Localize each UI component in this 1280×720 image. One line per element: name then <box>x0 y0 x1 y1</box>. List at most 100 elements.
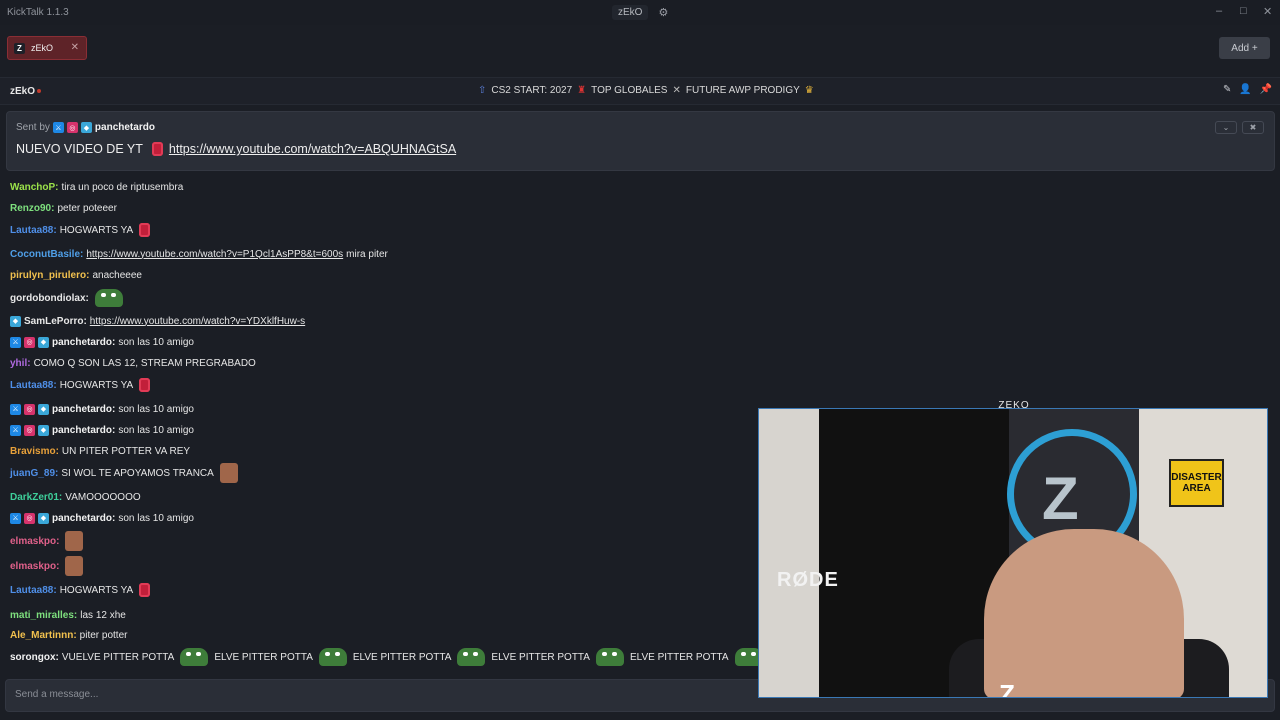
chat-username[interactable]: WanchoP: <box>10 182 59 193</box>
chat-username[interactable]: Lautaa88: <box>10 225 57 236</box>
chat-message: pirulyn_pirulero: anacheeee <box>10 266 142 284</box>
chat-message: ⚔ ◎ ◆ panchetardo: son las 10 amigo <box>10 333 194 351</box>
user-icon[interactable]: 👤 <box>1239 84 1251 95</box>
chat-message: Bravismo: UN PITER POTTER VA REY <box>10 442 190 460</box>
chat-message: ◆ SamLePorro: https://www.youtube.com/wa… <box>10 312 305 330</box>
pinned-username[interactable]: panchetardo <box>95 122 155 133</box>
center-tab-label[interactable]: zEkO <box>612 5 649 20</box>
subscriber-badge-icon: ◆ <box>38 424 49 436</box>
chat-username[interactable]: panchetardo: <box>52 513 115 524</box>
chat-username[interactable]: mati_miralles: <box>10 610 77 621</box>
live-dot-icon <box>37 89 41 93</box>
instagram-badge-icon: ◎ <box>24 336 35 348</box>
chat-username[interactable]: elmaskpo: <box>10 536 59 547</box>
webcam-video: Z RØDE DISASTER AREA Z <box>758 408 1268 698</box>
red-trophy-icon: ♜ <box>577 85 587 96</box>
chat-link[interactable]: https://www.youtube.com/watch?v=P1Qcl1As… <box>86 249 343 260</box>
upload-arrow-icon: ⇧ <box>478 85 487 96</box>
chat-text: piter potter <box>79 629 128 641</box>
chat-username[interactable]: elmaskpo: <box>10 561 59 572</box>
chat-username[interactable]: juanG_89: <box>10 468 58 479</box>
chat-text: HOGWARTS YA <box>59 584 134 596</box>
chat-username[interactable]: SamLePorro: <box>24 316 87 327</box>
pin-icon[interactable]: 📌 <box>1260 84 1272 95</box>
pinned-link[interactable]: https://www.youtube.com/watch?v=ABQUHNAG… <box>169 142 456 156</box>
chat-username[interactable]: panchetardo: <box>52 337 115 348</box>
channel-actions: ✎ 👤 📌 <box>1223 84 1272 95</box>
streamer-head <box>984 529 1184 697</box>
pinned-sender: Sent by ⚔ ◎ ◆ panchetardo <box>16 122 155 133</box>
chat-username[interactable]: pirulyn_pirulero: <box>10 270 89 281</box>
subscriber-badge-icon: ◆ <box>38 336 49 348</box>
chat-text: tira un poco de riptusembra <box>61 181 184 193</box>
chat-message: ⚔ ◎ ◆ panchetardo: son las 10 amigo <box>10 421 194 439</box>
chat-username[interactable]: DarkZer01: <box>10 492 62 503</box>
channel-avatar: Z <box>14 42 25 54</box>
chat-message: CoconutBasile: https://www.youtube.com/w… <box>10 245 388 263</box>
app-title: KickTalk 1.1.3 <box>7 7 69 18</box>
expand-pin-button[interactable]: ⌄ <box>1215 121 1237 134</box>
chat-message: WanchoP: tira un poco de riptusembra <box>10 178 183 196</box>
title-bar: KickTalk 1.1.3 zEkO ⚙ – □ ✕ <box>0 0 1280 25</box>
maximize-icon[interactable]: □ <box>1240 5 1247 17</box>
chat-username[interactable]: gordobondiolax: <box>10 293 89 304</box>
disaster-area-sign: DISASTER AREA <box>1169 459 1224 507</box>
chat-message: Lautaa88: HOGWARTS YA <box>10 221 151 239</box>
minimize-icon[interactable]: – <box>1216 5 1222 17</box>
chat-message: elmaskpo: <box>10 556 84 576</box>
chat-message: Lautaa88: HOGWARTS YA <box>10 376 151 394</box>
chat-message: mati_miralles: las 12 xhe <box>10 606 126 624</box>
chat-text: ELVE PITTER POTTA <box>629 651 729 663</box>
close-window-icon[interactable]: ✕ <box>1263 5 1272 18</box>
chat-username[interactable]: Lautaa88: <box>10 585 57 596</box>
chat-username[interactable]: panchetardo: <box>52 404 115 415</box>
chat-username[interactable]: Bravismo: <box>10 446 59 457</box>
pepe-emote-icon <box>180 648 209 666</box>
face-emote-icon <box>65 531 84 551</box>
chat-username[interactable]: panchetardo: <box>52 425 115 436</box>
chat-text: mira piter <box>346 248 388 260</box>
pencil-icon[interactable]: ✎ <box>1223 84 1231 95</box>
chat-link[interactable]: https://www.youtube.com/watch?v=YDXklfHu… <box>90 316 305 327</box>
chat-username[interactable]: sorongox: <box>10 652 59 663</box>
chat-text: HOGWARTS YA <box>59 224 134 236</box>
gear-icon[interactable]: ⚙ <box>658 6 668 19</box>
chat-text: ELVE PITTER POTTA <box>491 651 590 663</box>
chat-text: son las 10 amigo <box>118 336 194 348</box>
face-emote-icon <box>219 463 238 483</box>
bottom-z-logo-icon: Z <box>999 679 1015 698</box>
close-tab-icon[interactable]: ✕ <box>71 42 79 53</box>
pepe-emote-icon <box>94 289 123 307</box>
stream-title-part2: TOP GLOBALES <box>591 85 668 96</box>
add-button[interactable]: Add + <box>1219 37 1270 59</box>
stream-title: ⇧ CS2 START: 2027 ♜ TOP GLOBALES ✕ FUTUR… <box>478 85 814 96</box>
channel-name: zEkO <box>10 86 36 97</box>
chat-message: ⚔ ◎ ◆ panchetardo: son las 10 amigo <box>10 509 194 527</box>
chat-username[interactable]: Ale_Martinnn: <box>10 630 77 641</box>
chat-username[interactable]: Renzo90: <box>10 203 54 214</box>
chat-message: gordobondiolax: <box>10 289 126 307</box>
chat-tab-bar: Z zEkO ✕ Add + <box>0 25 1280 73</box>
chat-tab-zeko[interactable]: Z zEkO ✕ <box>7 36 87 60</box>
chat-username[interactable]: yhil: <box>10 358 31 369</box>
chat-username[interactable]: Lautaa88: <box>10 380 57 391</box>
instagram-badge-icon: ◎ <box>66 122 78 133</box>
chat-text: UN PITER POTTER VA REY <box>61 445 191 457</box>
chat-message: elmaskpo: <box>10 531 84 551</box>
chat-username[interactable]: CoconutBasile: <box>10 249 83 260</box>
chat-message: sorongox: VUELVE PITTER POTTA ELVE PITTE… <box>10 648 766 666</box>
chat-text: VUELVE PITTER POTTA <box>61 651 175 663</box>
chat-messages: WanchoP: tira un poco de riptusembra Ren… <box>0 178 763 672</box>
chat-message: juanG_89: SI WOL TE APOYAMOS TRANCA <box>10 463 238 483</box>
stream-title-part3: FUTURE AWP PRODIGY <box>685 85 800 96</box>
ruby-emote-icon <box>139 583 151 597</box>
moderator-badge-icon: ⚔ <box>10 424 21 436</box>
chat-text: peter poteeer <box>57 202 117 214</box>
unpin-button[interactable]: ✖ <box>1242 121 1264 134</box>
chat-message: yhil: COMO Q SON LAS 12, STREAM PREGRABA… <box>10 354 256 372</box>
message-input[interactable] <box>15 689 715 700</box>
pinned-text: NUEVO VIDEO DE YT https://www.youtube.co… <box>16 142 456 156</box>
channel-header: zEkO ⇧ CS2 START: 2027 ♜ TOP GLOBALES ✕ … <box>0 77 1280 105</box>
center-channel-tab[interactable]: zEkO ⚙ <box>612 4 668 21</box>
ruby-emote-icon <box>139 378 151 392</box>
